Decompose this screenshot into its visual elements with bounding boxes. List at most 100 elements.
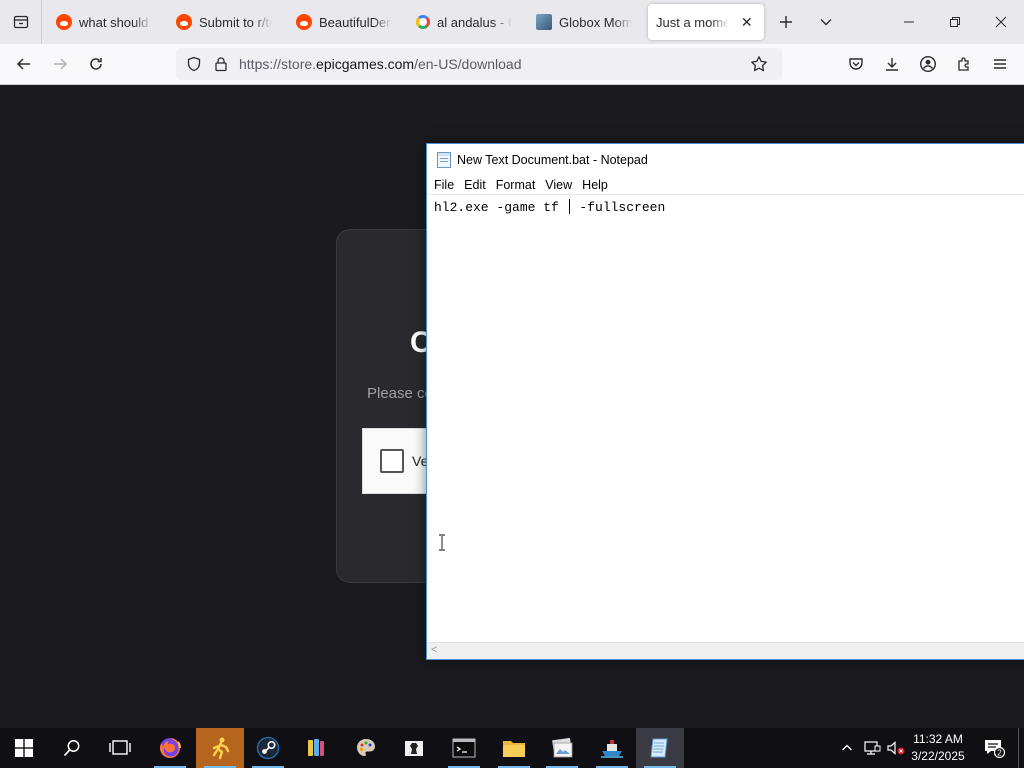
tab-label: al andalus - G [437, 14, 512, 30]
tab-globox[interactable]: Globox Mome [526, 4, 642, 40]
speaker-muted-icon [887, 741, 905, 755]
tab-beautiful[interactable]: BeautifulDens [286, 4, 402, 40]
notepad-icon [650, 738, 668, 758]
tab-label: BeautifulDens [319, 14, 392, 30]
taskbar-palette[interactable] [342, 728, 390, 768]
taskbar: 11:32 AM 3/22/2025 2 [0, 728, 1024, 768]
tab-just-a-moment[interactable]: Just a moment. ✕ [648, 4, 764, 40]
navigation-toolbar: https://store.epicgames.com/en-US/downlo… [0, 44, 1024, 85]
menu-view[interactable]: View [541, 178, 578, 192]
chevron-up-icon [842, 744, 852, 751]
menu-help[interactable]: Help [578, 178, 614, 192]
chess-icon [405, 741, 423, 756]
notepad-titlebar[interactable]: New Text Document.bat - Notepad [427, 144, 1024, 175]
taskbar-boat-app[interactable] [588, 728, 636, 768]
taskbar-photos[interactable] [538, 728, 586, 768]
back-button[interactable] [8, 48, 40, 80]
text-caret [568, 199, 570, 214]
tab-label: Globox Mome [559, 14, 632, 30]
menu-format[interactable]: Format [492, 178, 542, 192]
url-path: /en-US/download [414, 56, 522, 72]
taskbar-notepad[interactable] [636, 728, 684, 768]
task-view-button[interactable] [96, 728, 144, 768]
text-before-caret: hl2.exe -game tf [434, 200, 567, 215]
menu-edit[interactable]: Edit [460, 178, 492, 192]
puzzle-icon [958, 57, 969, 71]
clock-time: 11:32 AM [913, 732, 963, 746]
chevron-down-icon [820, 19, 832, 26]
challenge-subtitle: Please co [367, 385, 433, 402]
hamburger-menu-icon [994, 59, 1006, 69]
reddit-icon [296, 14, 312, 30]
pocket-button[interactable] [840, 48, 872, 80]
address-bar[interactable]: https://store.epicgames.com/en-US/downlo… [176, 48, 782, 80]
tab-what-should[interactable]: what should s [46, 4, 162, 40]
account-button[interactable] [912, 48, 944, 80]
tracking-protection-shield-icon[interactable] [186, 56, 202, 72]
extensions-button[interactable] [948, 48, 980, 80]
lock-icon[interactable] [213, 56, 229, 72]
notepad-window[interactable]: New Text Document.bat - Notepad File Edi… [426, 143, 1024, 660]
notepad-icon [437, 151, 451, 168]
notification-count: 2 [997, 749, 1002, 758]
photos-icon [552, 737, 573, 758]
list-all-tabs-button[interactable] [810, 6, 842, 38]
taskbar-chess[interactable] [390, 728, 438, 768]
reddit-icon [56, 14, 72, 30]
forward-button[interactable] [44, 48, 76, 80]
clock-date: 3/22/2025 [911, 749, 965, 763]
search-icon [63, 740, 80, 757]
task-view-icon [109, 740, 131, 755]
download-icon [886, 58, 898, 71]
scroll-left-icon[interactable]: < [431, 644, 437, 656]
new-tab-button[interactable] [770, 6, 802, 38]
url-host: epicgames.com [316, 56, 415, 72]
close-tab-icon[interactable]: ✕ [740, 14, 755, 30]
taskbar-firefox[interactable] [146, 728, 194, 768]
notification-icon: 2 [985, 740, 1005, 758]
downloads-button[interactable] [876, 48, 908, 80]
taskbar-runner-app[interactable] [196, 728, 244, 768]
boat-icon [601, 740, 623, 758]
taskbar-clock[interactable]: 11:32 AM 3/22/2025 [905, 731, 971, 765]
arrow-right-icon [54, 58, 68, 70]
notepad-menubar: File Edit Format View Help [427, 175, 1024, 195]
tab-al-andalus[interactable]: al andalus - G [406, 4, 522, 40]
restore-icon [950, 17, 960, 27]
taskbar-terminal[interactable] [440, 728, 488, 768]
horizontal-scrollbar[interactable]: < [427, 642, 1024, 659]
start-button[interactable] [0, 728, 48, 768]
network-status[interactable] [860, 728, 884, 768]
reload-button[interactable] [80, 48, 112, 80]
notepad-text-area[interactable]: hl2.exe -game tf -fullscreen [434, 199, 665, 215]
restore-button[interactable] [932, 0, 978, 44]
bookmark-star-icon[interactable] [750, 55, 768, 73]
close-icon [995, 16, 1007, 28]
plus-icon [780, 16, 792, 28]
google-icon [416, 15, 430, 29]
notepad-title: New Text Document.bat - Notepad [457, 152, 648, 167]
notification-center-button[interactable]: 2 [978, 728, 1010, 768]
menu-file[interactable]: File [430, 178, 460, 192]
firefox-view-icon [13, 15, 28, 29]
show-hidden-icons-button[interactable] [836, 728, 858, 768]
taskbar-paint-tubes[interactable] [292, 728, 340, 768]
tab-submit[interactable]: Submit to r/te [166, 4, 282, 40]
minimize-button[interactable] [886, 0, 932, 44]
firefox-view-button[interactable] [0, 0, 42, 44]
close-window-button[interactable] [978, 0, 1024, 44]
windows-logo-icon [15, 739, 33, 757]
palette-icon [357, 739, 375, 756]
folder-icon [503, 741, 525, 757]
app-menu-button[interactable] [984, 48, 1016, 80]
url-text[interactable]: https://store.epicgames.com/en-US/downlo… [239, 56, 522, 72]
show-desktop-button[interactable] [1018, 728, 1024, 768]
captcha-checkbox[interactable] [380, 449, 404, 473]
runner-icon [212, 737, 230, 760]
terminal-icon [452, 738, 476, 758]
search-button[interactable] [48, 728, 96, 768]
text-cursor-icon [439, 534, 445, 551]
taskbar-steam[interactable] [244, 728, 292, 768]
taskbar-file-explorer[interactable] [490, 728, 538, 768]
tab-label: what should s [79, 14, 152, 30]
